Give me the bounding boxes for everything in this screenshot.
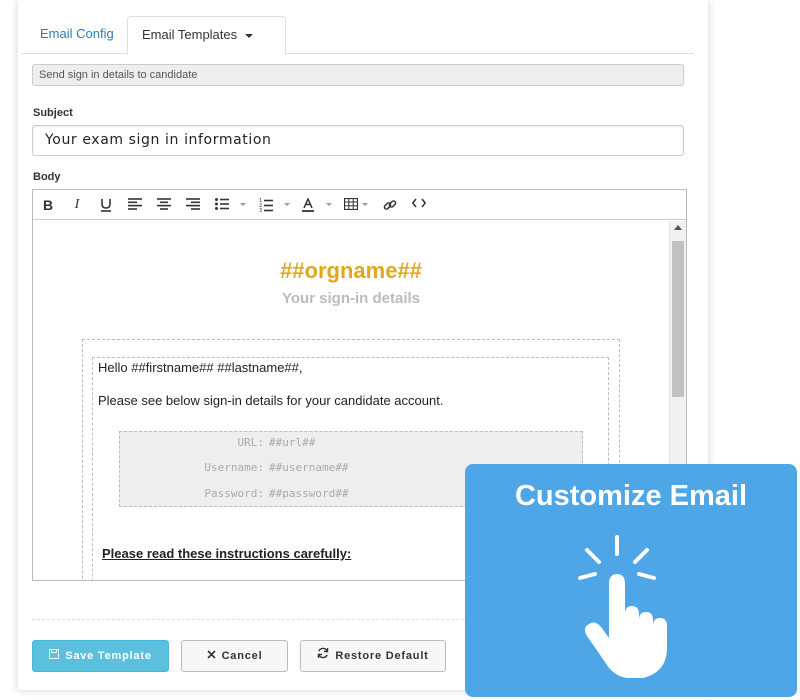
underline-icon[interactable] <box>95 194 117 216</box>
credential-value: ##url## <box>269 436 316 449</box>
cancel-button[interactable]: Cancel <box>181 640 288 672</box>
credential-value: ##password## <box>269 487 349 500</box>
credential-value: ##username## <box>269 461 349 474</box>
numbered-list-caret-icon[interactable] <box>284 203 290 206</box>
credential-label: Password: <box>204 487 264 500</box>
pointing-hand-icon <box>577 532 687 687</box>
callout-title: Customize Email <box>514 480 748 512</box>
signin-title: Your sign-in details <box>281 290 421 307</box>
restore-default-button[interactable]: Restore Default <box>300 640 446 672</box>
close-icon <box>206 641 216 671</box>
tab-email-config[interactable]: Email Config <box>28 16 126 54</box>
save-template-button[interactable]: Save Template <box>32 640 169 672</box>
tab-email-templates-label: Email Templates <box>142 27 238 42</box>
editor-toolbar: B I 123 <box>33 190 686 220</box>
template-select[interactable]: Send sign in details to candidate <box>32 64 684 86</box>
table-caret-icon[interactable] <box>362 203 368 206</box>
greeting-text: Hello ##firstname## ##lastname##, <box>98 360 303 375</box>
instructions-heading: Please read these instructions carefully… <box>102 546 352 561</box>
align-center-icon[interactable] <box>153 194 175 216</box>
table-icon[interactable] <box>340 194 362 216</box>
refresh-icon <box>317 641 329 671</box>
align-right-icon[interactable] <box>182 194 204 216</box>
font-color-icon[interactable] <box>297 194 319 216</box>
subject-label: Subject <box>33 107 73 119</box>
numbered-list-icon[interactable]: 123 <box>255 194 277 216</box>
save-icon <box>49 641 60 671</box>
code-view-icon[interactable] <box>408 194 430 216</box>
bold-icon[interactable]: B <box>37 194 59 216</box>
tab-email-templates[interactable]: Email Templates <box>127 16 286 55</box>
save-template-label: Save Template <box>65 650 152 662</box>
intro-text: Please see below sign-in details for you… <box>98 393 444 408</box>
caret-down-icon <box>245 33 254 38</box>
align-left-icon[interactable] <box>124 194 146 216</box>
org-name-placeholder: ##orgname## <box>280 258 422 283</box>
customize-email-callout: Customize Email <box>465 464 797 697</box>
credential-label: Username: <box>204 461 264 474</box>
body-label: Body <box>33 171 61 183</box>
bullet-list-caret-icon[interactable] <box>240 203 246 206</box>
restore-default-label: Restore Default <box>335 650 429 662</box>
scroll-up-arrow-icon[interactable] <box>674 225 682 230</box>
credential-label: URL: <box>237 436 265 449</box>
italic-icon[interactable]: I <box>66 194 88 216</box>
font-color-caret-icon[interactable] <box>326 203 332 206</box>
scroll-thumb[interactable] <box>672 241 684 397</box>
cancel-label: Cancel <box>221 650 263 662</box>
bullet-list-icon[interactable] <box>211 194 233 216</box>
link-icon[interactable] <box>379 194 401 216</box>
subject-input[interactable]: Your exam sign in information <box>32 125 684 156</box>
tab-bar: Email Config Email Templates <box>22 16 694 55</box>
svg-text:3: 3 <box>259 208 262 212</box>
